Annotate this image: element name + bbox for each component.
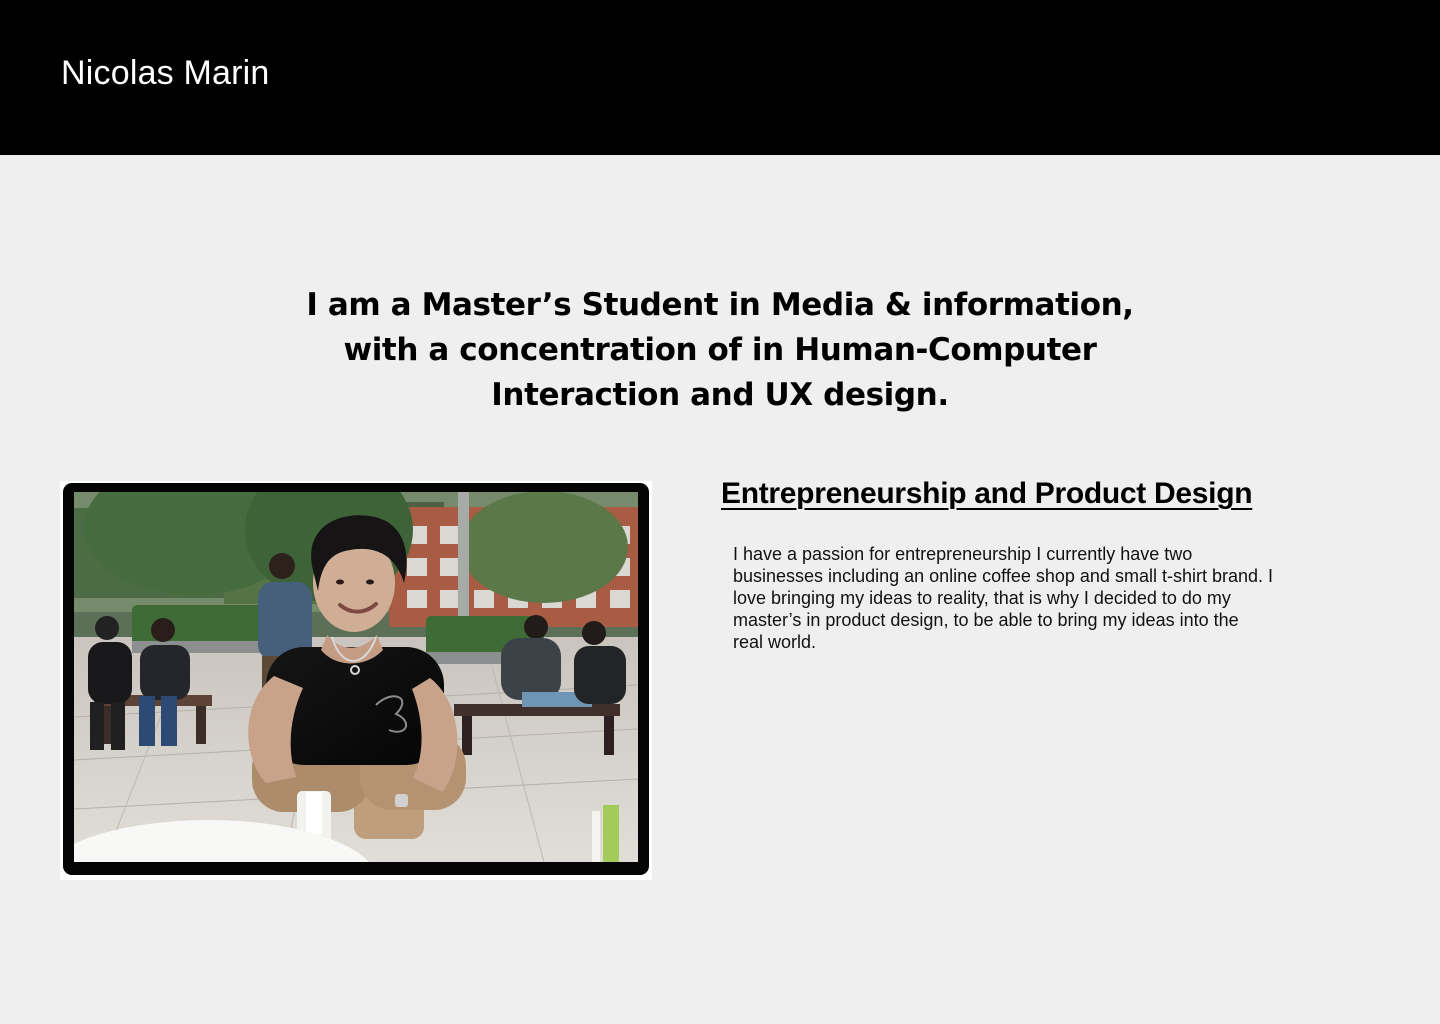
section-description: I have a passion for entrepreneurship I … [733, 544, 1273, 652]
profile-photo-card [60, 481, 652, 880]
lamp-post [458, 492, 469, 618]
site-name[interactable]: Nicolas Marin [61, 52, 270, 94]
section-heading[interactable]: Entrepreneurship and Product Design [721, 475, 1253, 513]
hero-headline: I am a Master’s Student in Media & infor… [306, 287, 1134, 413]
photo-frame-border [63, 483, 649, 875]
profile-photo [74, 492, 638, 862]
top-navigation-bar: Nicolas Marin [0, 0, 1440, 155]
